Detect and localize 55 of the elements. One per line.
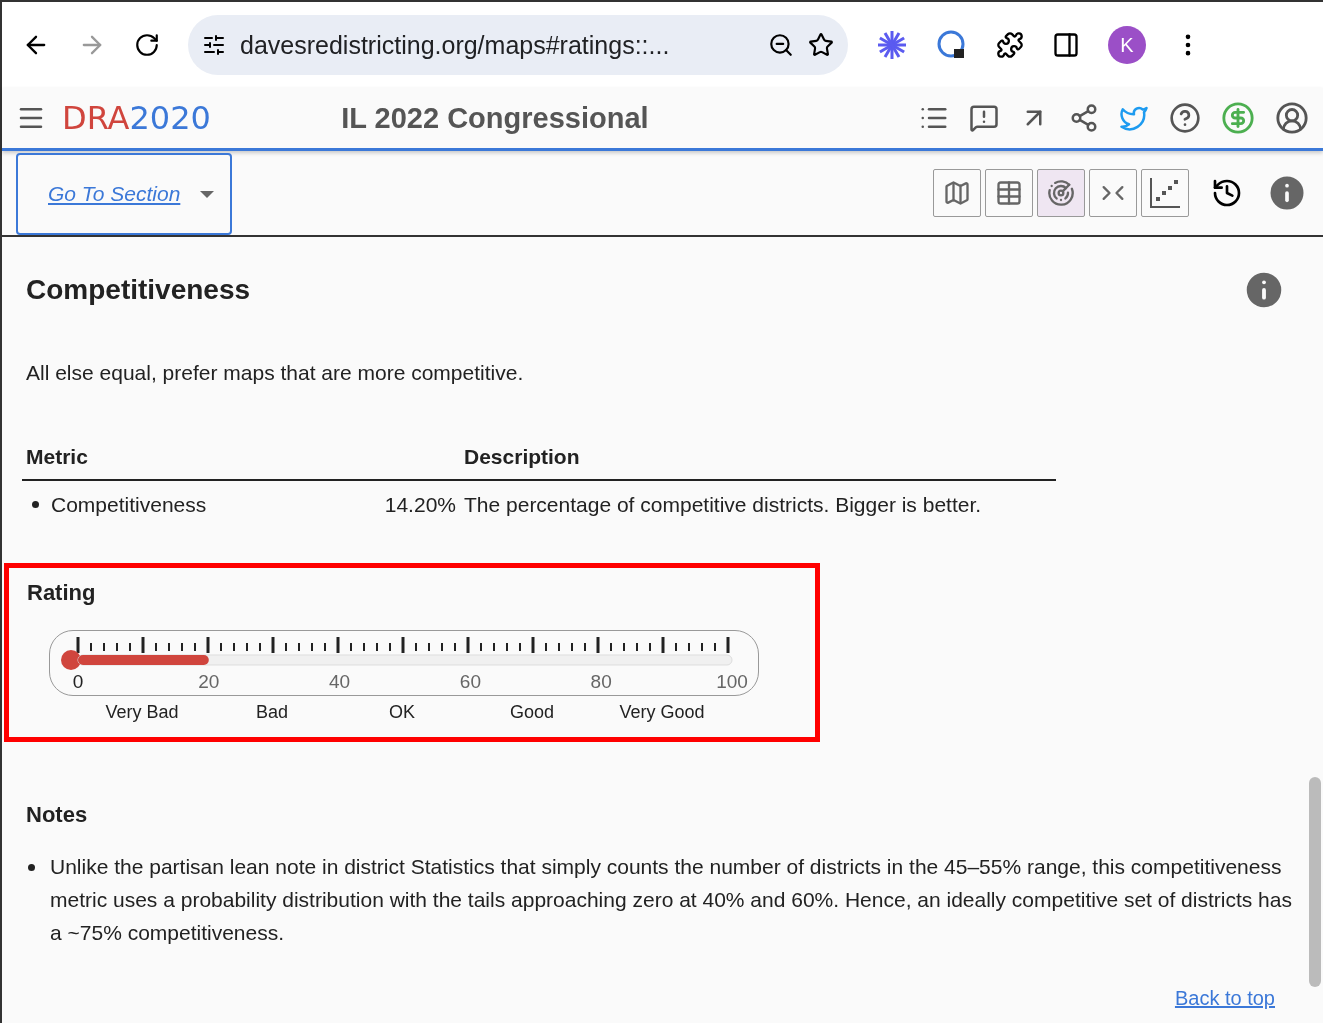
scrollbar[interactable] — [1309, 777, 1321, 987]
account-icon[interactable] — [1275, 101, 1309, 135]
scatter-view-button[interactable] — [1141, 169, 1189, 217]
notes-title: Notes — [26, 802, 89, 828]
address-bar[interactable]: davesredistricting.org/maps#ratings::... — [188, 15, 848, 75]
scale-label: 20 — [198, 671, 220, 693]
bullet-icon — [32, 501, 39, 509]
column-header: Description — [460, 437, 1056, 481]
share-icon[interactable] — [1069, 103, 1099, 133]
scale-label: 40 — [329, 671, 351, 693]
asterisk-extension-icon[interactable] — [876, 29, 908, 61]
rating-band-label: Bad — [255, 702, 289, 723]
profile-avatar[interactable]: K — [1108, 26, 1146, 64]
note-text: Unlike the partisan lean note in district Statistics that simply counts the number of districts in the 45–55% range, this competitiveness metric uses a probability distribution with the tails approaching zero at 40% and 60%. Hence, an ideally competitive set of districts has a ~75% competitiveness. — [50, 855, 1292, 944]
section-title: Competitiveness — [26, 274, 251, 306]
side-panel-icon[interactable] — [1052, 31, 1080, 59]
dollar-icon[interactable] — [1221, 101, 1255, 135]
table-view-button[interactable] — [985, 169, 1033, 217]
column-header: Metric — [22, 437, 362, 481]
reload-icon[interactable] — [134, 32, 160, 58]
map-icon — [943, 179, 971, 207]
rating-band-label: Very Good — [618, 702, 706, 723]
go-to-section-dropdown[interactable]: Go To Section — [16, 153, 232, 235]
scale-label: 80 — [590, 671, 612, 693]
feedback-icon[interactable] — [969, 103, 999, 133]
extensions-icon[interactable] — [996, 31, 1024, 59]
rating-band-label: Very Bad — [104, 702, 180, 723]
bullet-icon — [28, 864, 35, 871]
rating-band-label: Good — [508, 702, 555, 723]
help-icon[interactable] — [1169, 102, 1201, 134]
bookmark-star-icon[interactable] — [808, 32, 834, 58]
scale-label: 60 — [459, 671, 481, 693]
target-icon — [1047, 179, 1075, 207]
description-cell-text: The percentage of competitive districts. Bigger is better. — [463, 492, 983, 518]
metric-cell: Competitiveness — [51, 493, 207, 516]
site-settings-icon[interactable] — [202, 33, 226, 57]
gauge-view-button[interactable] — [1037, 169, 1085, 217]
value-cell-text: 14.20% — [383, 492, 457, 518]
caret-icon — [200, 190, 214, 198]
history-icon[interactable] — [1211, 177, 1243, 209]
rating-band-label: OK — [388, 702, 416, 723]
scatter-chart-icon — [1148, 176, 1182, 210]
zoom-out-icon[interactable] — [768, 32, 794, 58]
map-view-button[interactable] — [933, 169, 981, 217]
back-to-top-link[interactable]: Back to top — [1174, 987, 1275, 1010]
scale-label: 100 — [716, 671, 748, 693]
rating-title: Rating — [27, 580, 97, 606]
app-logo[interactable]: DRA2020 — [62, 99, 211, 137]
table-icon — [995, 179, 1023, 207]
compare-view-button[interactable] — [1089, 169, 1137, 217]
url-text: davesredistricting.org/maps#ratings::... — [240, 30, 671, 60]
map-title: IL 2022 Congressional — [340, 101, 650, 135]
scale-label: 0 — [72, 671, 84, 693]
intro-text: All else equal, prefer maps that are more competitive. — [26, 361, 525, 385]
thermometer-bulb — [61, 650, 81, 670]
